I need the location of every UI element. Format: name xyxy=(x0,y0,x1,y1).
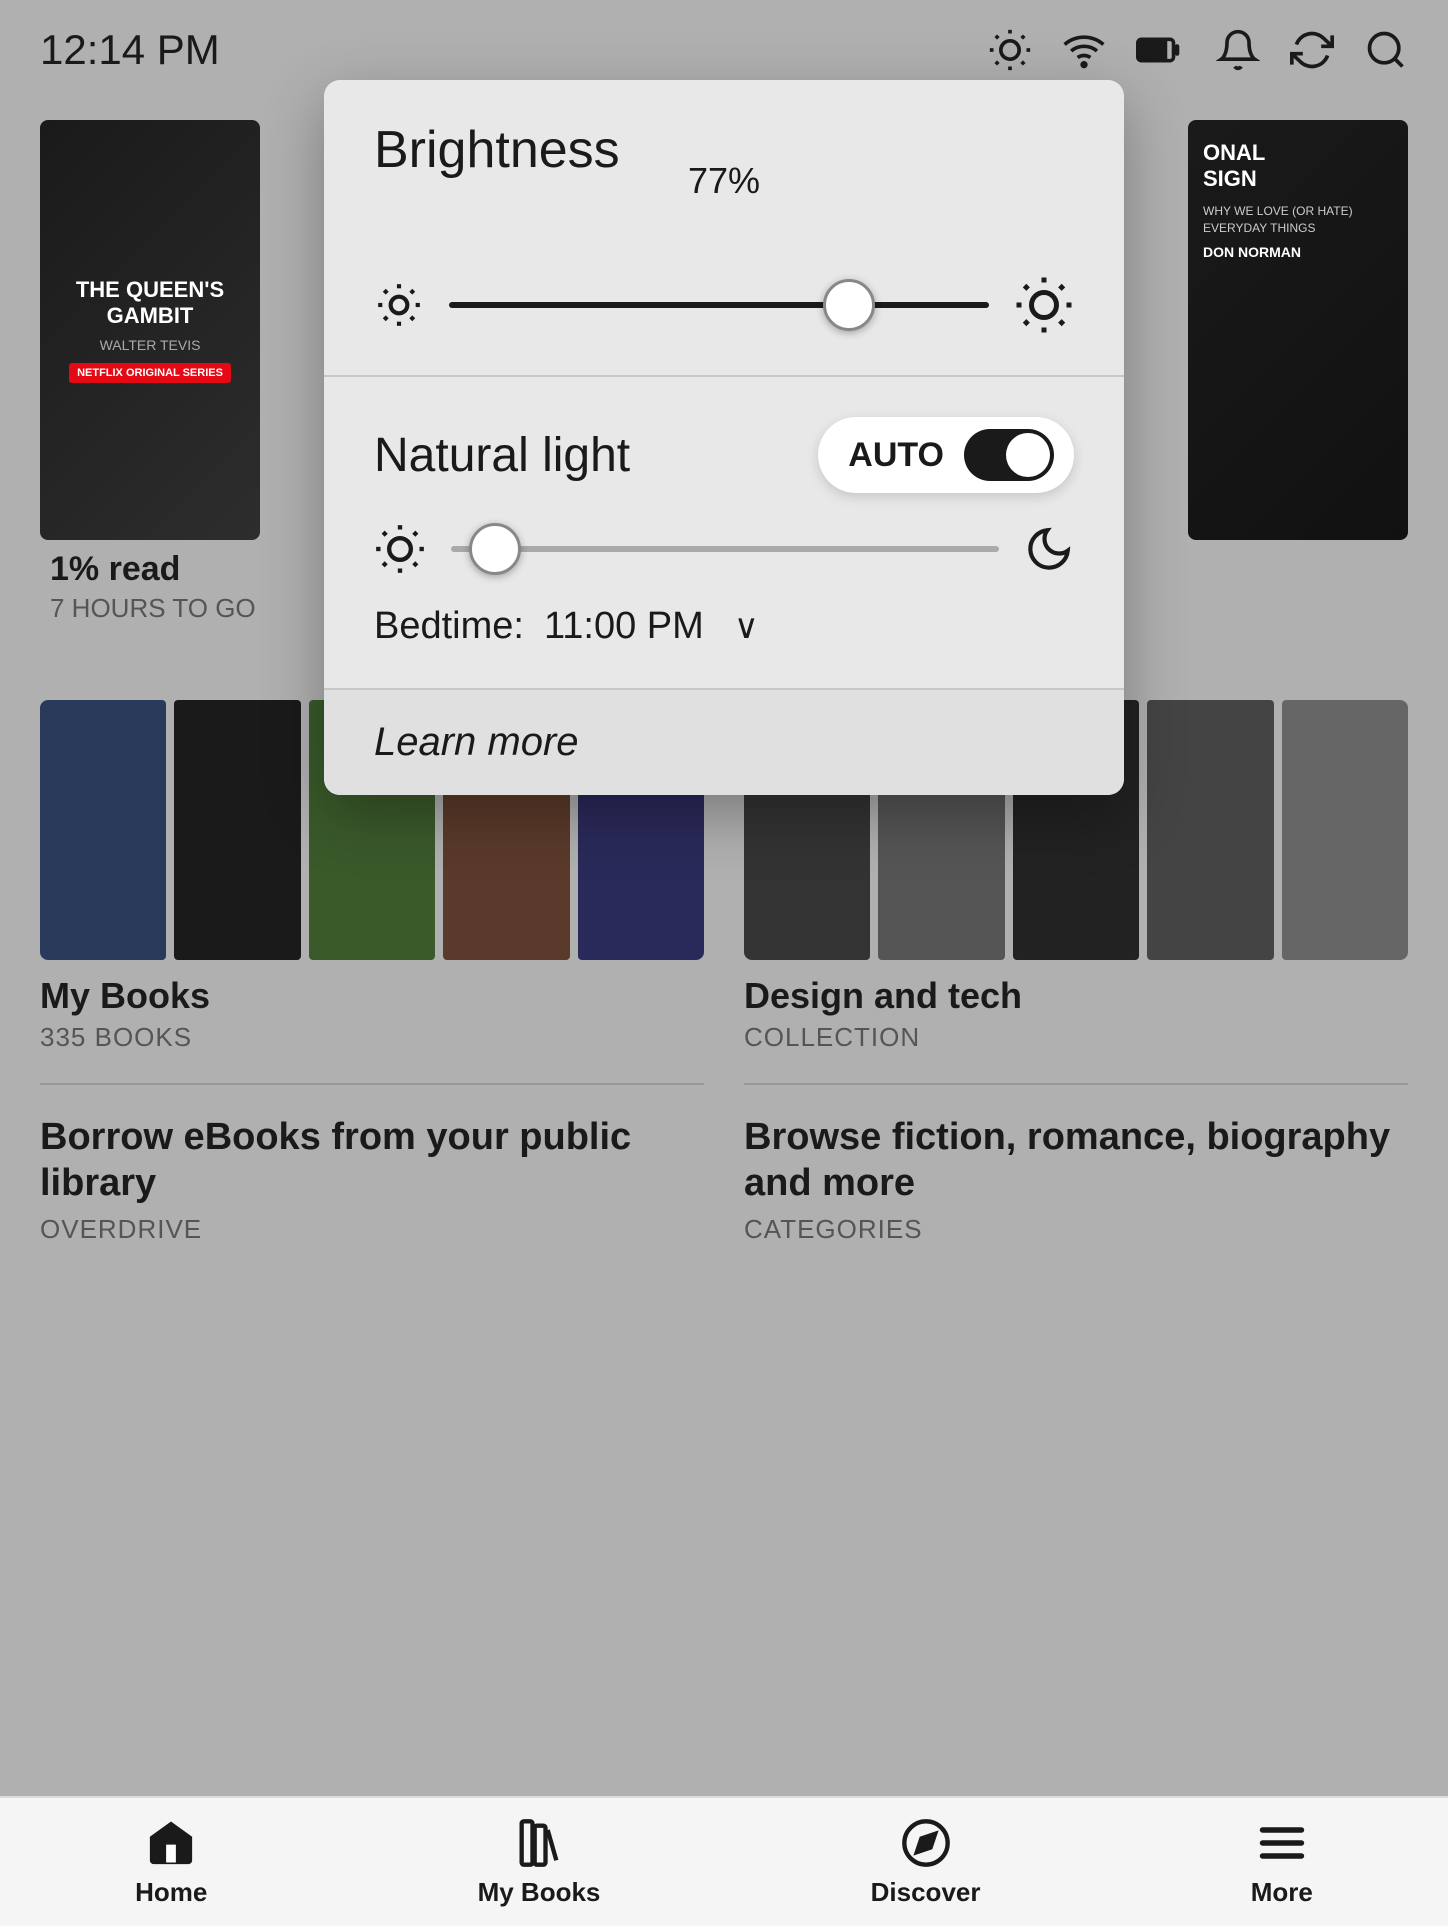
notification-icon xyxy=(1216,28,1260,72)
natural-light-thumb[interactable] xyxy=(469,523,521,575)
book-title: THE QUEEN'S GAMBIT xyxy=(55,277,245,330)
books-icon xyxy=(513,1817,565,1869)
mini-book-dt-4 xyxy=(1147,700,1273,960)
design-book-card[interactable]: ONALSIGN WHY WE LOVE (OR HATE) EVERYDAY … xyxy=(1188,120,1408,640)
brightness-slider-row xyxy=(374,275,1074,335)
learn-more-section: Learn more xyxy=(324,690,1124,795)
sun-dim-icon xyxy=(374,280,424,330)
status-icons xyxy=(988,28,1408,72)
book-subtitle: WHY WE LOVE (OR HATE) EVERYDAY THINGS xyxy=(1203,203,1393,237)
auto-toggle[interactable]: AUTO xyxy=(818,417,1074,493)
natural-light-row: Natural light AUTO xyxy=(374,417,1074,493)
my-books-label: My Books xyxy=(40,975,704,1017)
natural-light-label: Natural light xyxy=(374,428,630,483)
mini-book-2 xyxy=(174,700,300,960)
bedtime-chevron-icon[interactable]: ∨ xyxy=(734,607,759,647)
brightness-panel: Brightness 77% xyxy=(324,80,1124,795)
categories-label: CATEGORIES xyxy=(744,1214,1408,1245)
book-author-design: DON NORMAN xyxy=(1203,244,1301,260)
brightness-thumb[interactable] xyxy=(823,279,875,331)
learn-more-link[interactable]: Learn more xyxy=(374,720,579,764)
text-sections-row: Borrow eBooks from your public library O… xyxy=(0,1085,1448,1275)
mini-book-dt-5 xyxy=(1282,700,1408,960)
status-time: 12:14 PM xyxy=(40,26,220,74)
design-tech-sublabel: COLLECTION xyxy=(744,1022,1408,1053)
more-menu-icon xyxy=(1256,1817,1308,1869)
borrow-ebooks-title: Borrow eBooks from your public library xyxy=(40,1115,704,1206)
sun-bright-icon xyxy=(1014,275,1074,335)
queens-gambit-card[interactable]: THE QUEEN'S GAMBIT WALTER TEVIS NETFLIX … xyxy=(40,120,266,640)
bedtime-label: Bedtime: xyxy=(374,605,524,648)
hours-left: 7 HOURS TO GO xyxy=(50,593,256,624)
read-percentage: 1% read xyxy=(50,550,256,589)
brightness-track[interactable] xyxy=(449,302,989,308)
book-title-design: ONALSIGN xyxy=(1203,140,1265,193)
mini-book-1 xyxy=(40,700,166,960)
bedtime-value[interactable]: 11:00 PM xyxy=(544,605,704,648)
compass-icon xyxy=(900,1817,952,1869)
netflix-badge: NETFLIX ORIGINAL SERIES xyxy=(69,363,231,383)
battery-icon xyxy=(1136,28,1186,72)
divider-1 xyxy=(40,1083,704,1085)
wifi-icon xyxy=(1062,28,1106,72)
browse-fiction-section[interactable]: Browse fiction, romance, biography and m… xyxy=(744,1115,1408,1245)
book-author: WALTER TEVIS xyxy=(100,337,201,353)
brightness-section: Brightness 77% xyxy=(324,80,1124,375)
panel-arrow xyxy=(702,80,746,82)
bottom-nav: Home My Books Discover Mor xyxy=(0,1796,1448,1926)
brightness-icon xyxy=(988,28,1032,72)
natural-light-track[interactable] xyxy=(451,546,999,552)
moon-icon xyxy=(1024,524,1074,574)
nav-discover-label: Discover xyxy=(871,1877,981,1908)
nav-my-books-label: My Books xyxy=(478,1877,601,1908)
auto-label: AUTO xyxy=(848,436,944,475)
divider-2 xyxy=(744,1083,1408,1085)
nav-home-label: Home xyxy=(135,1877,207,1908)
my-books-sublabel: 335 BOOKS xyxy=(40,1022,704,1053)
sync-icon xyxy=(1290,28,1334,72)
sun-warm-icon xyxy=(374,523,426,575)
bedtime-row: Bedtime: 11:00 PM ∨ xyxy=(374,605,1074,648)
browse-fiction-title: Browse fiction, romance, biography and m… xyxy=(744,1115,1408,1206)
nav-item-home[interactable]: Home xyxy=(95,1807,247,1918)
toggle-switch[interactable] xyxy=(964,429,1054,481)
toggle-knob xyxy=(1006,433,1050,477)
nav-item-more[interactable]: More xyxy=(1211,1807,1353,1918)
brightness-percent: 77% xyxy=(374,160,1074,202)
nav-item-my-books[interactable]: My Books xyxy=(438,1807,641,1918)
borrow-ebooks-section[interactable]: Borrow eBooks from your public library O… xyxy=(40,1115,704,1245)
natural-light-slider-row xyxy=(374,523,1074,575)
nav-item-discover[interactable]: Discover xyxy=(831,1807,1021,1918)
nav-more-label: More xyxy=(1251,1877,1313,1908)
natural-light-section: Natural light AUTO xyxy=(324,377,1124,688)
search-icon[interactable] xyxy=(1364,28,1408,72)
home-icon xyxy=(145,1817,197,1869)
design-tech-label: Design and tech xyxy=(744,975,1408,1017)
overdrive-label: OVERDRIVE xyxy=(40,1214,704,1245)
